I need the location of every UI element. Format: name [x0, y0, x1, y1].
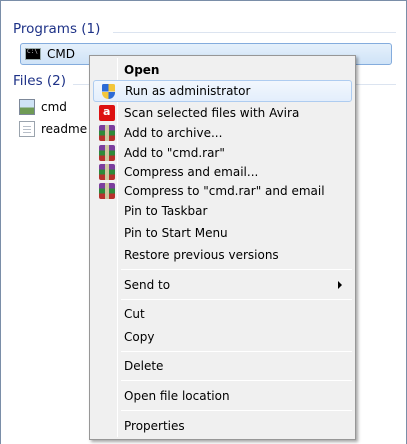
context-menu: Open Run as administrator Scan selected … [89, 55, 356, 440]
menu-separator [121, 351, 352, 352]
winrar-icon [99, 145, 115, 161]
menu-item-compress-cmd-rar-email[interactable]: Compress to "cmd.rar" and email [93, 180, 352, 202]
menu-item-open-file-location[interactable]: Open file location [93, 385, 352, 407]
file-result-readme[interactable]: readme [19, 119, 87, 139]
file-result-cmd[interactable]: cmd [19, 97, 67, 117]
menu-item-label: Open [124, 63, 160, 77]
menu-item-label: Add to archive... [124, 126, 223, 140]
menu-item-label: Add to "cmd.rar" [124, 146, 225, 160]
avira-icon [99, 105, 115, 121]
winrar-icon [99, 125, 115, 141]
menu-item-delete[interactable]: Delete [93, 355, 352, 377]
menu-item-run-as-administrator[interactable]: Run as administrator [93, 80, 352, 102]
program-result-label: CMD [47, 47, 75, 61]
cmd-icon [25, 48, 41, 60]
menu-separator [121, 380, 352, 381]
menu-item-label: Compress to "cmd.rar" and email [124, 184, 325, 198]
menu-item-send-to[interactable]: Send to [93, 274, 352, 296]
menu-separator [121, 269, 352, 270]
menu-item-label: Send to [124, 278, 171, 292]
menu-item-label: Delete [124, 359, 164, 373]
image-file-icon [19, 99, 35, 115]
menu-item-label: Copy [124, 330, 155, 344]
menu-item-properties[interactable]: Properties [93, 415, 352, 437]
menu-item-label: Scan selected files with Avira [124, 106, 300, 120]
menu-separator [121, 299, 352, 300]
winrar-icon [99, 164, 115, 180]
files-section-header: Files (2) [13, 73, 67, 89]
winrar-icon [99, 183, 115, 199]
text-file-icon [19, 121, 35, 137]
file-result-label: readme [41, 122, 88, 136]
menu-item-label: Pin to Taskbar [124, 204, 208, 218]
menu-separator [121, 410, 352, 411]
menu-item-add-to-archive[interactable]: Add to archive... [93, 122, 352, 144]
menu-item-scan-avira[interactable]: Scan selected files with Avira [93, 102, 352, 124]
file-result-label: cmd [41, 100, 67, 114]
programs-section-header: Programs (1) [13, 21, 101, 37]
menu-item-label: Cut [124, 307, 145, 321]
menu-item-label: Compress and email... [124, 165, 259, 179]
menu-item-label: Pin to Start Menu [124, 226, 228, 240]
menu-item-cut[interactable]: Cut [93, 303, 352, 325]
menu-item-label: Run as administrator [125, 84, 251, 98]
uac-shield-icon [102, 84, 115, 99]
menu-item-label: Restore previous versions [124, 248, 279, 262]
menu-item-restore-previous-versions[interactable]: Restore previous versions [93, 244, 352, 266]
programs-divider [113, 32, 396, 33]
menu-item-label: Properties [124, 419, 185, 433]
menu-item-pin-to-taskbar[interactable]: Pin to Taskbar [93, 200, 352, 222]
menu-item-pin-to-start-menu[interactable]: Pin to Start Menu [93, 222, 352, 244]
menu-item-label: Open file location [124, 389, 230, 403]
submenu-arrow-icon [338, 281, 342, 289]
menu-item-open[interactable]: Open [93, 59, 352, 81]
menu-item-copy[interactable]: Copy [93, 326, 352, 348]
